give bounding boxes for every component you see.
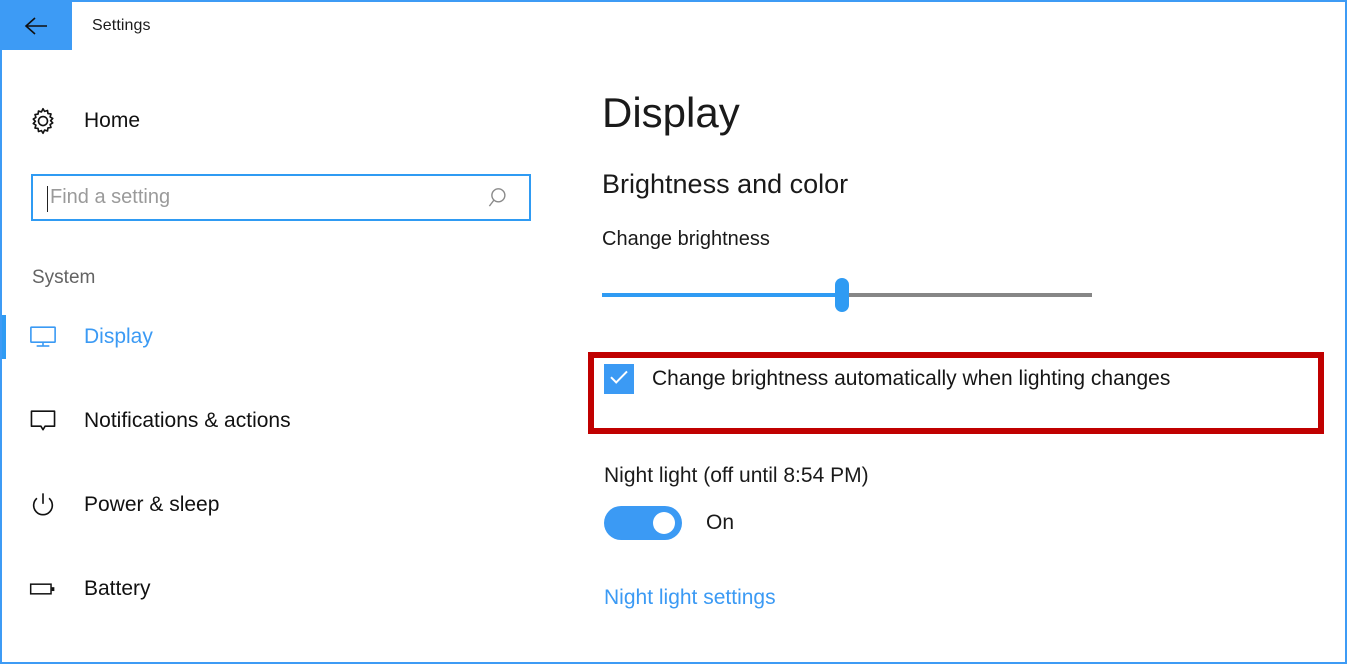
auto-brightness-row[interactable]: Change brightness automatically when lig…	[604, 364, 1170, 394]
sidebar-nav-list: Display Notifications & actions Power & …	[2, 309, 586, 617]
selection-indicator	[2, 315, 6, 359]
settings-window: Settings Home Find a setting System Disp…	[0, 0, 1347, 664]
slider-thumb[interactable]	[835, 278, 850, 312]
sidebar-item-power-sleep[interactable]: Power & sleep	[2, 477, 586, 533]
battery-icon	[28, 579, 62, 599]
sidebar-item-display[interactable]: Display	[2, 309, 586, 365]
sidebar-item-notifications-label: Notifications & actions	[84, 409, 291, 432]
auto-brightness-label: Change brightness automatically when lig…	[652, 367, 1171, 390]
monitor-icon	[28, 324, 62, 350]
power-icon	[28, 491, 62, 519]
back-button[interactable]	[2, 2, 72, 50]
sidebar-item-home[interactable]: Home	[2, 98, 586, 144]
night-light-label: Night light (off until 8:54 PM)	[604, 464, 869, 487]
section-title: Brightness and color	[602, 169, 849, 199]
text-caret	[47, 186, 48, 212]
night-light-toggle-row: On	[604, 506, 734, 540]
page-title: Display	[602, 89, 740, 136]
back-arrow-icon	[22, 15, 52, 37]
toggle-knob	[653, 512, 675, 534]
window-body: Home System	[2, 50, 1345, 662]
auto-brightness-checkbox[interactable]	[604, 364, 634, 394]
sidebar-item-battery[interactable]: Battery	[2, 561, 586, 617]
titlebar: Settings	[2, 2, 1345, 50]
sidebar-item-home-label: Home	[84, 109, 141, 132]
search-box[interactable]	[31, 174, 531, 221]
night-light-settings-link[interactable]: Night light settings	[604, 586, 776, 610]
sidebar-group-label: System	[32, 267, 96, 288]
slider-fill	[602, 293, 843, 297]
main-content: Display Brightness and color Change brig…	[586, 50, 1345, 662]
sidebar: Home System	[2, 50, 586, 662]
sidebar-item-battery-label: Battery	[84, 577, 151, 600]
search-icon[interactable]	[487, 185, 513, 211]
night-light-toggle[interactable]	[604, 506, 682, 540]
night-light-toggle-state: On	[706, 511, 735, 534]
checkmark-icon	[608, 368, 630, 391]
sidebar-item-display-label: Display	[84, 325, 153, 348]
gear-icon	[28, 106, 62, 136]
sidebar-item-power-sleep-label: Power & sleep	[84, 493, 220, 516]
window-title: Settings	[92, 17, 151, 34]
search-input[interactable]	[33, 176, 487, 219]
brightness-slider[interactable]	[602, 278, 1092, 312]
sidebar-item-notifications[interactable]: Notifications & actions	[2, 393, 586, 449]
speech-bubble-icon	[28, 408, 62, 434]
brightness-label: Change brightness	[602, 228, 770, 250]
